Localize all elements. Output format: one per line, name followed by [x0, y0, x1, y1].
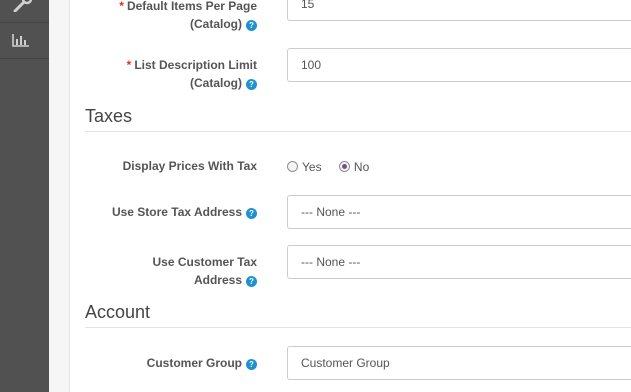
- select-value: Customer Group: [301, 356, 390, 370]
- label-text: (Catalog): [190, 76, 242, 90]
- section-divider: [85, 327, 631, 328]
- description-limit-label: * List Description Limit (Catalog)?: [67, 56, 257, 92]
- items-per-page-label: * Default Items Per Page (Catalog)?: [67, 0, 257, 33]
- sidebar-divider: [0, 58, 49, 59]
- help-icon[interactable]: ?: [246, 276, 257, 287]
- label-text: Display Prices With Tax: [122, 159, 257, 173]
- label-text: Address: [193, 273, 242, 287]
- description-limit-input[interactable]: 100: [287, 48, 631, 82]
- radio-yes[interactable]: [287, 161, 298, 172]
- bar-chart-icon[interactable]: [12, 33, 30, 52]
- customer-group-label: Customer Group?: [67, 354, 257, 372]
- display-prices-tax-radio-group: Yes No: [287, 160, 383, 174]
- section-title-account: Account: [85, 302, 151, 322]
- label-text: Use Store Tax Address: [111, 205, 242, 219]
- radio-yes-label[interactable]: Yes: [302, 160, 322, 174]
- label-text: Use Customer Tax: [152, 255, 257, 269]
- customer-group-select[interactable]: Customer Group: [287, 346, 631, 380]
- items-per-page-input[interactable]: 15: [287, 0, 631, 21]
- label-text: Default Items Per Page: [126, 0, 257, 13]
- radio-no-label[interactable]: No: [354, 160, 369, 174]
- help-icon[interactable]: ?: [246, 20, 257, 31]
- sidebar: [0, 0, 49, 392]
- help-icon[interactable]: ?: [246, 208, 257, 219]
- help-icon[interactable]: ?: [246, 79, 257, 90]
- label-text: Customer Group: [146, 356, 242, 370]
- label-text: (Catalog): [190, 17, 242, 31]
- sidebar-divider: [0, 22, 49, 23]
- input-value: 100: [301, 58, 322, 72]
- required-mark: *: [119, 0, 124, 13]
- store-tax-address-label: Use Store Tax Address?: [67, 203, 257, 221]
- label-text: List Description Limit: [134, 58, 257, 72]
- display-prices-tax-label: Display Prices With Tax: [67, 157, 257, 175]
- help-icon[interactable]: ?: [246, 359, 257, 370]
- section-title-taxes: Taxes: [85, 106, 133, 126]
- store-tax-address-select[interactable]: --- None ---: [287, 195, 631, 229]
- radio-no[interactable]: [338, 161, 350, 172]
- select-value: --- None ---: [301, 205, 361, 219]
- customer-tax-address-label: Use Customer Tax Address?: [67, 253, 257, 289]
- required-mark: *: [126, 58, 132, 72]
- section-divider: [85, 131, 631, 132]
- input-value: 15: [301, 0, 315, 11]
- wrench-icon[interactable]: [12, 0, 34, 17]
- customer-tax-address-select[interactable]: --- None ---: [287, 245, 631, 279]
- select-value: --- None ---: [301, 255, 361, 269]
